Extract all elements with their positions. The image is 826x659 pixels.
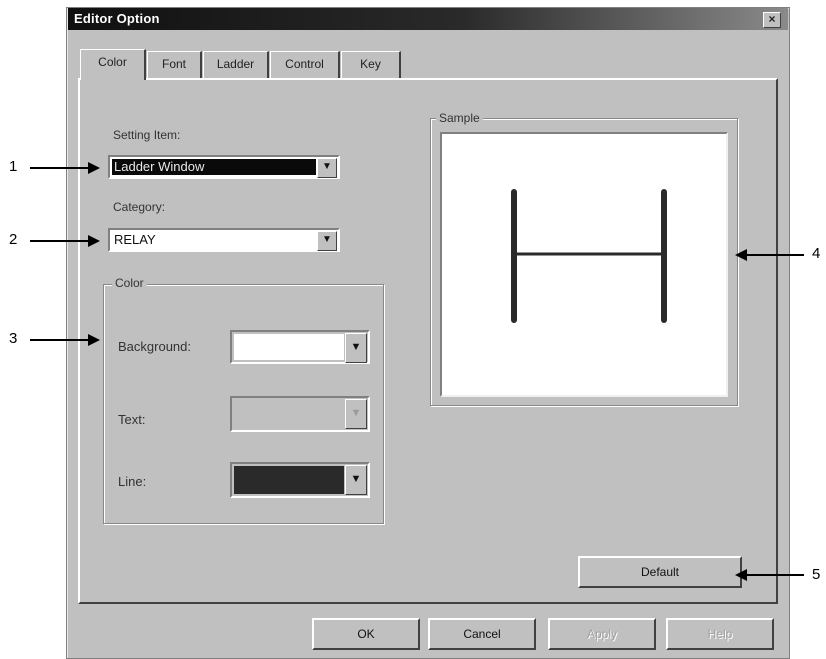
tab-control[interactable]: Control xyxy=(270,51,340,78)
callout-4: 4 xyxy=(812,245,821,262)
help-button[interactable]: Help xyxy=(666,618,774,650)
line-color-swatch xyxy=(234,466,344,494)
setting-item-dropdown[interactable]: Ladder Window ▼ xyxy=(108,155,340,179)
close-button[interactable]: × xyxy=(763,12,781,28)
callout-1: 1 xyxy=(9,158,18,175)
text-color-picker[interactable]: ▼ xyxy=(230,396,370,432)
line-label: Line: xyxy=(118,474,147,489)
callout-4-arrow-line xyxy=(746,254,804,256)
setting-item-value: Ladder Window xyxy=(114,159,205,174)
callout-5-arrow-line xyxy=(746,574,804,576)
apply-button[interactable]: Apply xyxy=(548,618,656,650)
relay-symbol-icon xyxy=(511,189,667,323)
cancel-button[interactable]: Cancel xyxy=(428,618,536,650)
callout-1-arrow-line xyxy=(30,167,88,169)
tab-ladder[interactable]: Ladder xyxy=(203,51,269,78)
dropdown-arrow-icon[interactable]: ▼ xyxy=(345,399,367,429)
tab-font[interactable]: Font xyxy=(147,51,202,78)
arrow-right-icon xyxy=(88,162,100,174)
callout-2: 2 xyxy=(9,231,18,248)
text-color-swatch xyxy=(234,400,344,428)
arrow-right-icon xyxy=(88,334,100,346)
title-bar xyxy=(68,8,788,30)
ok-button[interactable]: OK xyxy=(312,618,420,650)
sample-preview xyxy=(440,132,728,397)
category-dropdown[interactable]: RELAY ▼ xyxy=(108,228,340,252)
callout-5: 5 xyxy=(812,566,821,583)
dropdown-arrow-icon[interactable]: ▼ xyxy=(345,465,367,495)
tab-key[interactable]: Key xyxy=(341,51,401,78)
background-color-picker[interactable]: ▼ xyxy=(230,330,370,364)
dropdown-arrow-icon[interactable]: ▼ xyxy=(317,231,337,251)
callout-3: 3 xyxy=(9,330,18,347)
arrow-right-icon xyxy=(88,235,100,247)
sample-group-title: Sample xyxy=(436,111,483,125)
tab-color[interactable]: Color xyxy=(80,49,146,80)
background-color-swatch xyxy=(234,334,344,360)
setting-item-label: Setting Item: xyxy=(113,128,181,142)
window-title: Editor Option xyxy=(74,11,160,26)
default-button[interactable]: Default xyxy=(578,556,742,588)
color-group-title: Color xyxy=(112,276,147,290)
dropdown-arrow-icon[interactable]: ▼ xyxy=(345,333,367,363)
category-value: RELAY xyxy=(114,232,156,247)
text-label: Text: xyxy=(118,412,146,427)
dropdown-arrow-icon[interactable]: ▼ xyxy=(317,158,337,178)
callout-3-arrow-line xyxy=(30,339,88,341)
background-label: Background: xyxy=(118,339,191,354)
callout-2-arrow-line xyxy=(30,240,88,242)
line-color-picker[interactable]: ▼ xyxy=(230,462,370,498)
category-label: Category: xyxy=(113,200,166,214)
